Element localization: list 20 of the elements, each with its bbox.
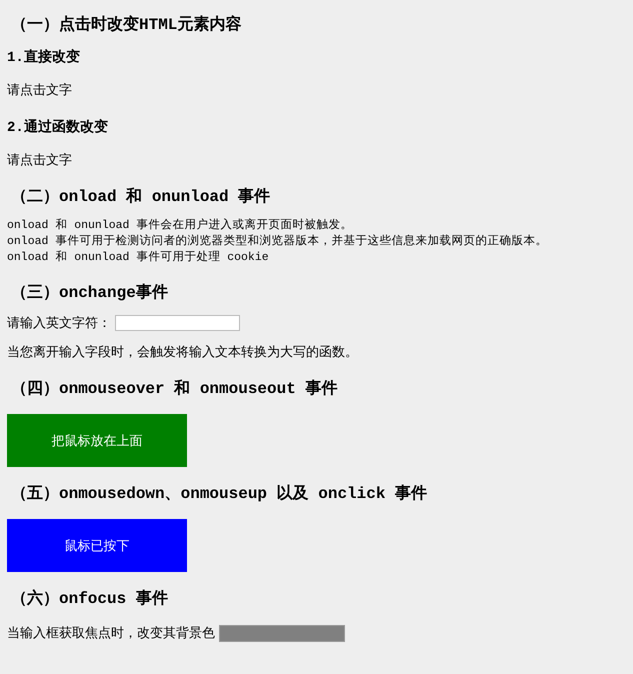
section-heading: （五）onmousedown、onmouseup 以及 onclick 事件 bbox=[11, 484, 428, 505]
hover-box[interactable]: 鼠标已按下 bbox=[7, 519, 187, 572]
section-heading: （二）onload 和 onunload 事件 bbox=[11, 186, 270, 208]
section-heading: （四）onmouseover 和 onmouseout 事件 bbox=[11, 378, 338, 400]
field-label: 当输入框获取焦点时，改变其背景色 bbox=[7, 625, 215, 642]
paragraph: 请点击文字 bbox=[7, 82, 72, 100]
subheading: 1.直接改变 bbox=[7, 48, 80, 68]
code-line: onload 事件可用于检测访问者的浏览器类型和浏览器版本，并基于这些信息来加载网页的正确版本。 bbox=[7, 234, 548, 250]
section-heading: （三）onchange事件 bbox=[11, 282, 168, 304]
code-line: onload 和 onunload 事件会在用户进入或离开页面时被触发。 bbox=[7, 218, 354, 234]
paragraph: 当您离开输入字段时，会触发将输入文本转换为大写的函数。 bbox=[7, 344, 358, 362]
section-heading: （六）onfocus 事件 bbox=[11, 588, 168, 610]
paragraph: 请点击文字 bbox=[7, 152, 72, 170]
code-line: onload 和 onunload 事件可用于处理 cookie bbox=[7, 250, 270, 266]
field-label: 请输入英文字符： bbox=[7, 315, 111, 332]
subheading: 2.通过函数改变 bbox=[7, 118, 108, 138]
input-field[interactable] bbox=[219, 624, 345, 642]
section-heading: （一）点击时改变HTML元素内容 bbox=[11, 14, 242, 36]
input-field[interactable] bbox=[115, 315, 240, 331]
hover-box[interactable]: 把鼠标放在上面 bbox=[7, 414, 187, 467]
